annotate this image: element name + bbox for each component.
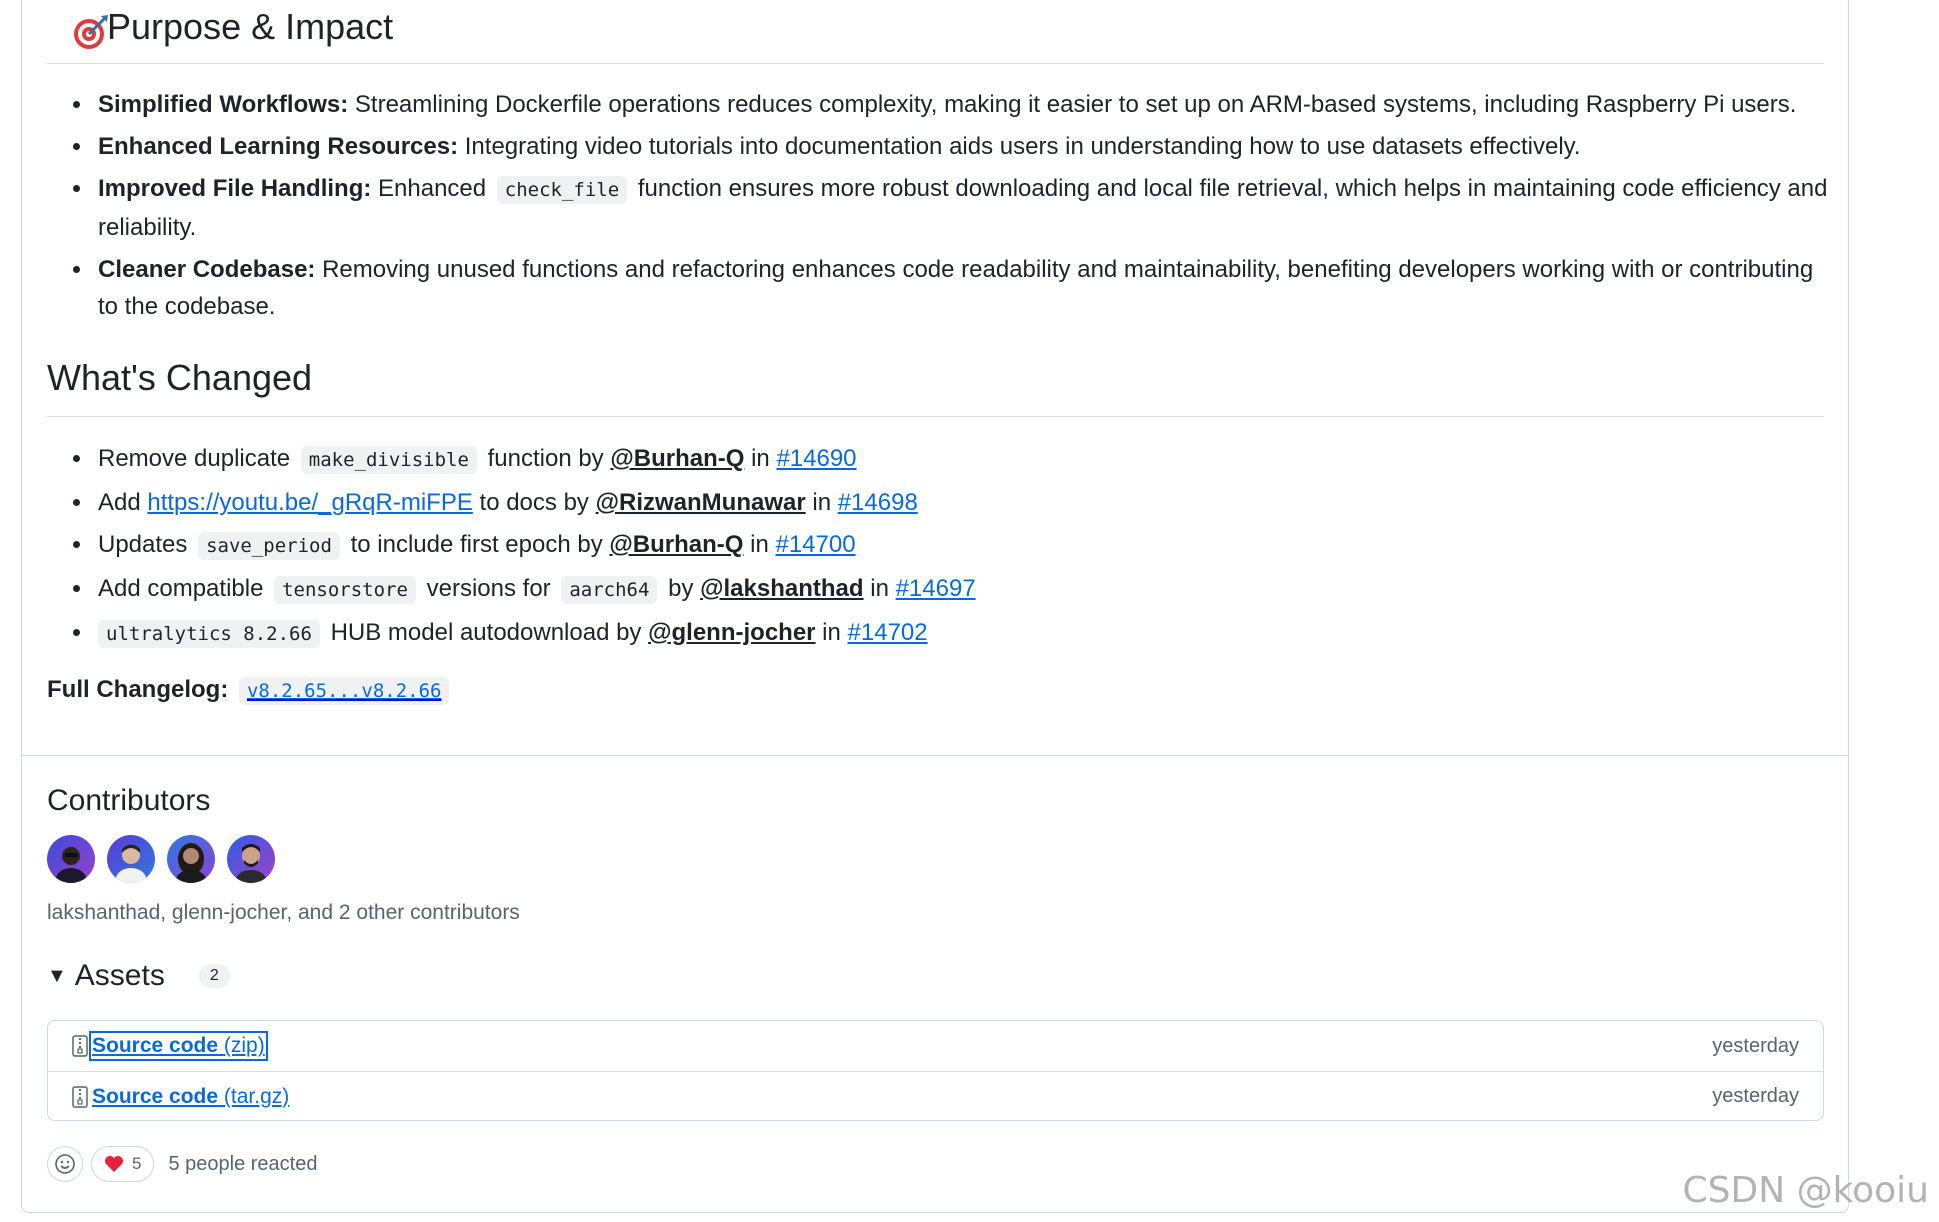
compare-link[interactable]: v8.2.65...v8.2.66 <box>235 676 453 705</box>
asset-row: Source code (zip) yesterday <box>48 1021 1823 1071</box>
release-card: Purpose & Impact Simplified Workflows: S… <box>21 0 1849 1213</box>
file-zip-icon <box>72 1085 88 1108</box>
item-text: Remove duplicate <box>98 445 297 472</box>
purpose-list: Simplified Workflows: Streamlining Docke… <box>69 86 1839 330</box>
item-text: in <box>805 489 838 516</box>
pr-link[interactable]: #14697 <box>896 575 976 602</box>
inline-code: check_file <box>496 176 628 204</box>
purpose-title: Purpose & Impact <box>107 6 394 47</box>
add-reaction-button[interactable] <box>47 1146 83 1182</box>
full-changelog-label: Full Changelog: <box>47 676 229 703</box>
item-text: to include first epoch by <box>343 531 610 558</box>
list-item: Add compatible tensorstore versions for … <box>94 570 1839 609</box>
asset-link-targz[interactable]: Source code (tar.gz) <box>92 1085 289 1109</box>
list-item: Enhanced Learning Resources: Integrating… <box>94 128 1839 165</box>
item-text: HUB model autodownload by <box>323 619 649 646</box>
release-body: Purpose & Impact Simplified Workflows: S… <box>22 0 1848 756</box>
asset-ext: (zip) <box>223 1034 265 1057</box>
target-icon <box>74 15 108 49</box>
inline-code: tensorstore <box>274 576 416 604</box>
item-text: Integrating video tutorials into documen… <box>458 133 1581 160</box>
pr-link[interactable]: #14700 <box>775 531 855 558</box>
item-text: in <box>863 575 896 602</box>
user-link[interactable]: @Burhan-Q <box>609 531 743 558</box>
item-text: Add compatible <box>98 575 271 602</box>
assets-count: 2 <box>198 964 230 988</box>
list-item: ultralytics 8.2.66 HUB model autodownloa… <box>94 614 1839 653</box>
smiley-icon <box>55 1154 75 1174</box>
item-label: Simplified Workflows: <box>98 91 349 118</box>
avatar[interactable] <box>47 835 95 883</box>
pr-link[interactable]: #14698 <box>838 489 918 516</box>
item-text: in <box>743 531 776 558</box>
inline-code: save_period <box>198 532 340 560</box>
reactions-summary: 5 people reacted <box>168 1152 318 1175</box>
caret-down-icon: ▼ <box>47 964 67 987</box>
avatar[interactable] <box>227 835 275 883</box>
item-text: Removing unused functions and refactorin… <box>98 256 1814 320</box>
user-link[interactable]: @glenn-jocher <box>648 619 815 646</box>
item-label: Cleaner Codebase: <box>98 256 316 283</box>
list-item: Improved File Handling: Enhanced check_f… <box>94 170 1839 246</box>
item-label: Improved File Handling: <box>98 175 372 202</box>
asset-ext: (tar.gz) <box>223 1084 290 1108</box>
item-text: function by <box>480 445 611 472</box>
heart-icon <box>105 1156 123 1172</box>
item-text: by <box>661 575 701 602</box>
assets-list: Source code (zip) yesterday Source code … <box>47 1020 1824 1121</box>
file-zip-icon <box>72 1035 88 1057</box>
item-text: Enhanced <box>371 175 493 202</box>
item-text: Updates <box>98 531 195 558</box>
purpose-heading: Purpose & Impact <box>47 4 1824 64</box>
list-item: Simplified Workflows: Streamlining Docke… <box>94 86 1839 123</box>
compare-code: v8.2.65...v8.2.66 <box>238 677 450 705</box>
whats-changed-heading: What's Changed <box>47 355 1824 417</box>
inline-code: aarch64 <box>561 576 658 604</box>
assets-title: Assets <box>74 959 165 992</box>
heart-reaction-button[interactable]: 5 <box>91 1146 155 1182</box>
contributors-summary: lakshanthad, glenn-jocher, and 2 other c… <box>47 901 520 924</box>
pr-link[interactable]: #14702 <box>848 619 928 646</box>
user-link[interactable]: @Burhan-Q <box>610 445 744 472</box>
reactions-bar: 5 5 people reacted <box>47 1146 317 1182</box>
asset-name: Source code <box>92 1034 219 1057</box>
avatar[interactable] <box>167 835 215 883</box>
asset-date: yesterday <box>1712 1085 1799 1107</box>
list-item: Add https://youtu.be/_gRqR-miFPE to docs… <box>94 484 1839 521</box>
user-link[interactable]: @lakshanthad <box>700 575 863 602</box>
list-item: Cleaner Codebase: Removing unused functi… <box>94 251 1839 325</box>
user-link[interactable]: @RizwanMunawar <box>596 489 806 516</box>
item-label: Enhanced Learning Resources: <box>98 133 459 160</box>
watermark: CSDN @kooiu <box>1682 1170 1929 1211</box>
asset-name: Source code <box>92 1084 219 1108</box>
inline-code: make_divisible <box>300 446 477 474</box>
contributors-title: Contributors <box>47 784 211 817</box>
asset-row: Source code (tar.gz) yesterday <box>48 1071 1823 1121</box>
avatar[interactable] <box>107 835 155 883</box>
contributor-avatars <box>47 835 275 883</box>
assets-toggle[interactable]: ▼ Assets 2 <box>47 956 230 996</box>
heart-count: 5 <box>132 1154 142 1173</box>
item-text: Add <box>98 489 148 516</box>
asset-date: yesterday <box>1712 1034 1799 1057</box>
item-text: in <box>815 619 848 646</box>
list-item: Updates save_period to include first epo… <box>94 526 1839 565</box>
item-text: Streamlining Dockerfile operations reduc… <box>348 91 1797 118</box>
list-item: Remove duplicate make_divisible function… <box>94 440 1839 479</box>
item-text: versions for <box>419 575 558 602</box>
inline-code: ultralytics 8.2.66 <box>98 620 320 648</box>
youtube-link[interactable]: https://youtu.be/_gRqR-miFPE <box>147 489 472 516</box>
item-text: in <box>744 445 777 472</box>
item-text: to docs by <box>472 489 596 516</box>
full-changelog: Full Changelog: v8.2.65...v8.2.66 <box>47 673 453 708</box>
changes-list: Remove duplicate make_divisible function… <box>69 440 1839 658</box>
pr-link[interactable]: #14690 <box>776 445 856 472</box>
asset-link-zip[interactable]: Source code (zip) <box>89 1031 268 1061</box>
